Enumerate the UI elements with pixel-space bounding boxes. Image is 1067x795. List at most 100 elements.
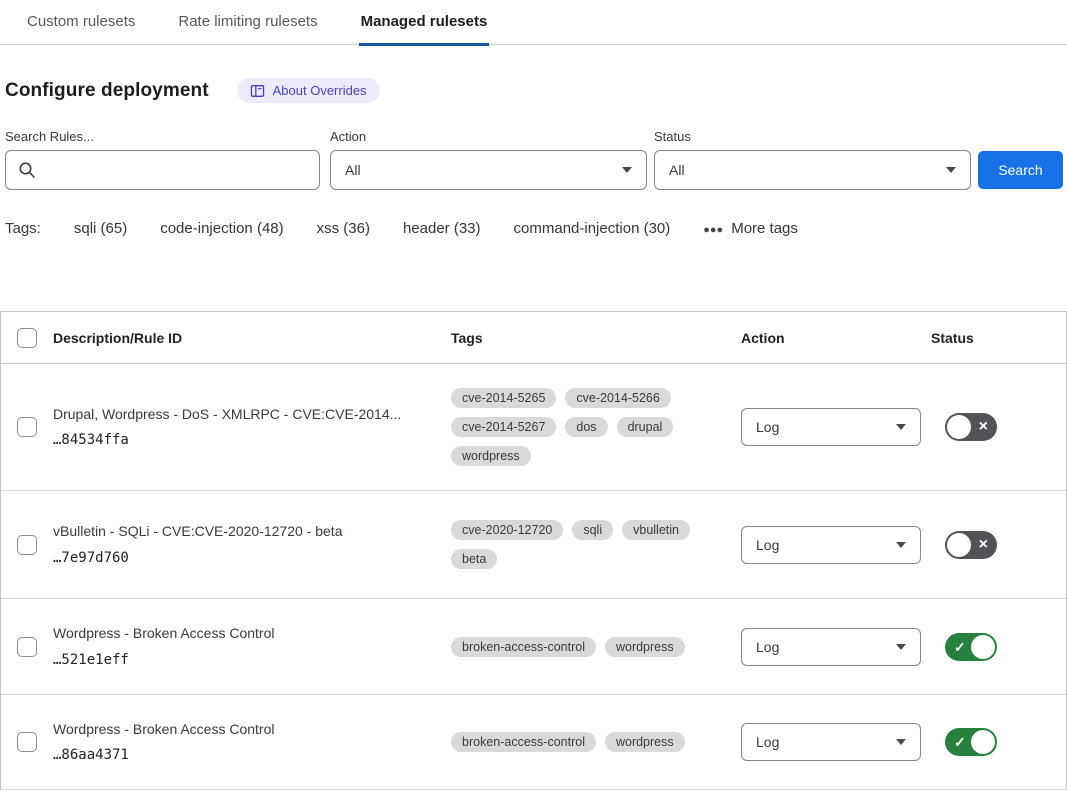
managed-rulesets-page: Custom rulesets Rate limiting rulesets M… [0, 0, 1067, 795]
rule-tags: broken-access-control wordpress [451, 637, 741, 657]
row-checkbox[interactable] [17, 417, 37, 437]
more-tags-label: More tags [731, 220, 798, 237]
x-icon: × [979, 537, 988, 553]
tag-chip: sqli [572, 520, 613, 540]
toggle-knob [947, 415, 971, 439]
tag-chip: wordpress [451, 446, 531, 466]
check-icon: ✓ [954, 735, 966, 749]
rule-status-toggle[interactable]: ✓ × [945, 531, 997, 559]
rule-action-value: Log [756, 639, 779, 655]
tab-custom-rulesets[interactable]: Custom rulesets [25, 13, 137, 44]
x-icon: × [979, 419, 988, 435]
toggle-knob [971, 635, 995, 659]
chevron-down-icon [896, 644, 906, 650]
rule-id: …7e97d760 [53, 550, 427, 566]
tab-managed-rulesets[interactable]: Managed rulesets [359, 13, 490, 46]
filters-row: Search Rules... Action All Status [5, 129, 1067, 190]
tag-chip: cve-2014-5265 [451, 388, 556, 408]
rulesets-tabbar: Custom rulesets Rate limiting rulesets M… [0, 0, 1067, 45]
rule-action-select[interactable]: Log [741, 723, 921, 761]
rule-description: Drupal, Wordpress - DoS - XMLRPC - CVE:C… [53, 406, 427, 424]
tags-bar: Tags: sqli (65) code-injection (48) xss … [5, 220, 1067, 237]
toggle-knob [947, 533, 971, 557]
table-row: Wordpress - Broken Access Control …521e1… [1, 599, 1066, 695]
select-all-checkbox[interactable] [17, 328, 37, 348]
action-filter-select[interactable]: All [330, 150, 647, 190]
chevron-down-icon [946, 167, 956, 173]
check-icon: ✓ [954, 640, 966, 654]
status-filter-select[interactable]: All [654, 150, 971, 190]
tag-chip: cve-2020-12720 [451, 520, 563, 540]
rule-description: Wordpress - Broken Access Control [53, 721, 427, 739]
tags-bar-label: Tags: [5, 220, 41, 237]
rule-action-select[interactable]: Log [741, 526, 921, 564]
about-overrides-badge[interactable]: About Overrides [237, 78, 380, 103]
search-icon [18, 161, 36, 184]
table-header-row: Description/Rule ID Tags Action Status [1, 312, 1066, 364]
tag-filter-header[interactable]: header (33) [403, 220, 481, 237]
status-filter-label: Status [654, 129, 971, 144]
search-field: Search Rules... [5, 129, 320, 190]
status-filter-field: Status All [654, 129, 971, 190]
tag-chip: drupal [617, 417, 674, 437]
action-filter-field: Action All [330, 129, 647, 190]
rule-description: vBulletin - SQLi - CVE:CVE-2020-12720 - … [53, 523, 427, 541]
search-rules-label: Search Rules... [5, 129, 320, 144]
tag-chip: beta [451, 549, 497, 569]
rule-action-select[interactable]: Log [741, 408, 921, 446]
toggle-knob [971, 730, 995, 754]
rule-tags: cve-2020-12720 sqli vbulletin beta [451, 520, 741, 569]
rule-description: Wordpress - Broken Access Control [53, 625, 427, 643]
tag-chip: wordpress [605, 732, 685, 752]
search-rules-input[interactable] [5, 150, 320, 190]
rule-status-toggle[interactable]: ✓ × [945, 413, 997, 441]
tag-chip: vbulletin [622, 520, 690, 540]
table-row: Wordpress - Broken Access Control …86aa4… [1, 695, 1066, 790]
chevron-down-icon [896, 739, 906, 745]
more-tags-button[interactable]: ●●● More tags [703, 220, 798, 237]
chevron-down-icon [896, 542, 906, 548]
rule-tags: broken-access-control wordpress [451, 732, 741, 752]
tag-filter-command-injection[interactable]: command-injection (30) [514, 220, 671, 237]
action-filter-label: Action [330, 129, 647, 144]
rule-action-value: Log [756, 419, 779, 435]
tag-chip: cve-2014-5267 [451, 417, 556, 437]
action-filter-value: All [345, 162, 361, 178]
tag-filter-sqli[interactable]: sqli (65) [74, 220, 127, 237]
table-row: vBulletin - SQLi - CVE:CVE-2020-12720 - … [1, 491, 1066, 599]
rule-id: …86aa4371 [53, 747, 427, 763]
tag-filter-code-injection[interactable]: code-injection (48) [160, 220, 283, 237]
row-checkbox[interactable] [17, 637, 37, 657]
search-button[interactable]: Search [978, 151, 1063, 189]
about-overrides-label: About Overrides [273, 83, 367, 98]
heading-row: Configure deployment About Overrides [5, 78, 1067, 103]
rule-status-toggle[interactable]: ✓ × [945, 728, 997, 756]
tag-chip: wordpress [605, 637, 685, 657]
row-checkbox[interactable] [17, 732, 37, 752]
rule-id: …84534ffa [53, 432, 427, 448]
managed-rules-table: Description/Rule ID Tags Action Status D… [0, 311, 1067, 790]
status-filter-value: All [669, 162, 685, 178]
rule-action-select[interactable]: Log [741, 628, 921, 666]
table-row: Drupal, Wordpress - DoS - XMLRPC - CVE:C… [1, 364, 1066, 491]
column-header-description: Description/Rule ID [53, 330, 451, 346]
tag-chip: broken-access-control [451, 637, 596, 657]
chevron-down-icon [622, 167, 632, 173]
tag-chip: broken-access-control [451, 732, 596, 752]
column-header-status: Status [931, 330, 1066, 346]
book-icon [250, 84, 265, 98]
rule-status-toggle[interactable]: ✓ × [945, 633, 997, 661]
chevron-down-icon [896, 424, 906, 430]
tag-chip: cve-2014-5266 [565, 388, 670, 408]
rule-tags: cve-2014-5265 cve-2014-5266 cve-2014-526… [451, 388, 741, 466]
tag-filter-xss[interactable]: xss (36) [317, 220, 370, 237]
page-title: Configure deployment [5, 80, 209, 102]
ellipsis-icon: ●●● [703, 224, 723, 236]
row-checkbox[interactable] [17, 535, 37, 555]
tab-rate-limiting-rulesets[interactable]: Rate limiting rulesets [176, 13, 319, 44]
rule-action-value: Log [756, 734, 779, 750]
tag-chip: dos [565, 417, 607, 437]
rule-id: …521e1eff [53, 652, 427, 668]
rule-action-value: Log [756, 537, 779, 553]
column-header-tags: Tags [451, 330, 741, 346]
